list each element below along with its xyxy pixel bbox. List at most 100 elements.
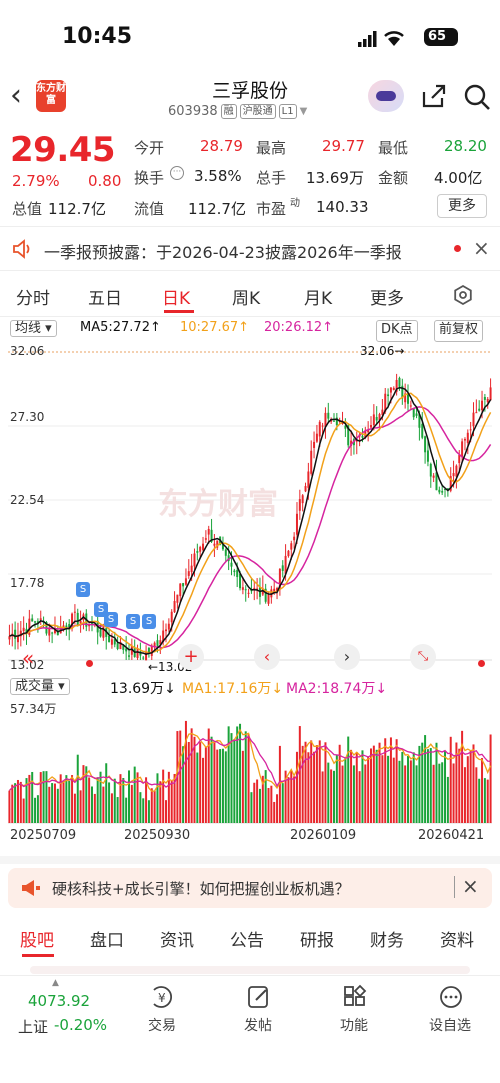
tab-finance[interactable]: 财务	[370, 926, 404, 951]
volume-bar	[472, 744, 475, 823]
more-button[interactable]: 更多	[437, 194, 487, 218]
volume-bar	[475, 767, 478, 823]
stock-code-row: 603938 融 沪股通 L1 ▼	[168, 104, 307, 119]
volume-bar	[247, 733, 250, 823]
tab-research[interactable]: 研报	[300, 926, 334, 951]
scroll-left-fast-icon[interactable]: «	[22, 646, 34, 670]
candle	[298, 499, 301, 511]
volume-bar	[45, 771, 48, 823]
volume-bar	[128, 770, 130, 823]
fullscreen-icon[interactable]: ⤡	[410, 644, 436, 670]
candle	[116, 643, 119, 649]
volume-bar	[344, 757, 347, 823]
candle	[125, 648, 128, 652]
ma-select-label: 均线	[15, 321, 42, 336]
volume-bar	[469, 750, 472, 823]
mktcap-value: 112.7亿	[48, 200, 106, 218]
robot-avatar-icon[interactable]	[368, 80, 404, 112]
date-label-1: 20250709	[10, 828, 77, 843]
candle	[202, 543, 205, 551]
nav-post[interactable]: 发帖	[228, 1015, 288, 1035]
candle	[190, 565, 193, 573]
low-label: 最低	[378, 139, 409, 157]
volume-bar	[147, 800, 150, 823]
zoom-in-icon[interactable]: +	[178, 644, 204, 670]
vol-selector-wrap: 成交量 ▾	[10, 678, 70, 696]
volume-bar	[179, 730, 182, 823]
tag-level: L1	[278, 104, 297, 119]
volume-bar	[375, 749, 378, 823]
share-icon[interactable]	[420, 82, 448, 110]
volume-bar	[73, 793, 76, 823]
chevron-up-icon[interactable]: ▲	[52, 978, 59, 988]
banner-close-icon[interactable]: ×	[462, 874, 479, 898]
tab-more[interactable]: 更多	[370, 284, 404, 309]
search-icon[interactable]	[462, 82, 492, 112]
volume-select[interactable]: 成交量 ▾	[10, 678, 70, 695]
s-marker-icon[interactable]: S	[104, 612, 118, 627]
tab-five-day[interactable]: 五日	[88, 284, 122, 309]
candle	[239, 573, 242, 589]
status-time: 10:45	[62, 24, 133, 49]
info-icon[interactable]: ···	[170, 166, 184, 180]
banner-text[interactable]: 硬核科技+成长引擎！如何把握创业板机遇？	[52, 878, 350, 899]
amount-value: 4.00亿	[434, 169, 483, 187]
candle	[441, 491, 444, 493]
volume-bar	[105, 763, 108, 823]
volume-bar	[446, 776, 449, 823]
s-marker-icon[interactable]: S	[76, 582, 90, 597]
notice-text[interactable]: 一季报预披露：于2026-04-23披露2026年一季报	[44, 239, 402, 263]
candle	[372, 414, 375, 426]
tab-news[interactable]: 资讯	[160, 926, 194, 951]
chevron-right-icon[interactable]: ›	[334, 644, 360, 670]
tab-daily-k[interactable]: 日K	[162, 284, 190, 309]
function-grid-icon[interactable]	[342, 984, 368, 1010]
nav-trade[interactable]: 交易	[132, 1015, 192, 1035]
volume-bar	[96, 777, 99, 823]
volume-bar	[65, 775, 68, 823]
index-value[interactable]: 4073.92	[28, 992, 90, 1010]
tab-intraday[interactable]: 分时	[16, 284, 50, 309]
volume-bar	[224, 751, 227, 823]
chevron-down-icon[interactable]: ▼	[300, 106, 308, 117]
tab-guba[interactable]: 股吧	[20, 926, 54, 951]
current-price: 29.45	[10, 130, 116, 170]
axis-label-3: 22.54	[10, 493, 45, 507]
tab-weekly-k[interactable]: 周K	[232, 284, 260, 309]
close-icon[interactable]: ×	[473, 236, 490, 260]
watchlist-icon[interactable]	[438, 984, 464, 1010]
ma-select[interactable]: 均线 ▾	[10, 320, 57, 337]
candle	[469, 429, 472, 431]
post-icon[interactable]	[246, 984, 272, 1010]
chevron-left-icon[interactable]: ‹	[254, 644, 280, 670]
candle	[287, 550, 290, 557]
candle	[361, 435, 364, 438]
volume-bar	[367, 756, 370, 823]
k-line-chart[interactable]: 东方财富	[8, 344, 492, 674]
volume-bar	[273, 801, 276, 823]
nav-function[interactable]: 功能	[324, 1015, 384, 1035]
volume-chart[interactable]	[8, 700, 492, 824]
volume-bar	[307, 752, 310, 823]
open-label: 今开	[134, 139, 165, 157]
volume-bar	[489, 734, 492, 823]
settings-gear-icon[interactable]	[452, 284, 474, 306]
tab-monthly-k[interactable]: 月K	[304, 284, 332, 309]
volume-bar	[387, 755, 390, 823]
tab-announce[interactable]: 公告	[230, 926, 264, 951]
volume-bar	[68, 780, 71, 823]
volume-bar	[478, 778, 481, 823]
candle	[176, 594, 179, 603]
dk-point-button[interactable]: DK点	[376, 320, 418, 342]
s-marker-icon[interactable]: S	[126, 614, 140, 629]
candle	[145, 651, 148, 661]
s-marker-icon[interactable]: S	[142, 614, 156, 629]
nav-watchlist[interactable]: 设自选	[420, 1015, 480, 1035]
candle	[315, 433, 318, 442]
adjust-button[interactable]: 前复权	[434, 320, 484, 342]
candle	[295, 513, 298, 535]
high-marker: 32.06→	[360, 344, 405, 358]
tab-pankou[interactable]: 盘口	[90, 926, 124, 951]
tab-profile[interactable]: 资料	[440, 926, 474, 951]
trade-icon[interactable]: ¥	[150, 984, 176, 1010]
